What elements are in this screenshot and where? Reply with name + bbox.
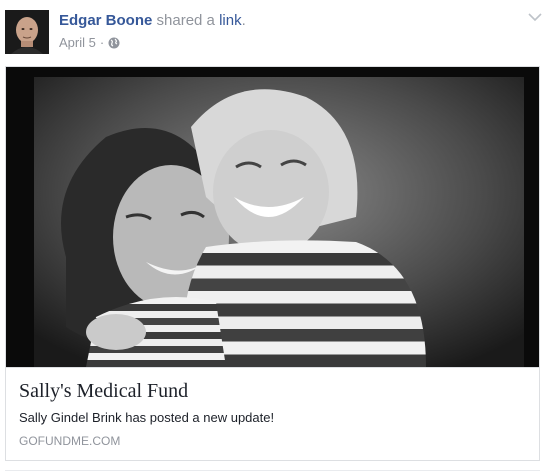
author-name[interactable]: Edgar Boone xyxy=(59,12,152,29)
link-description: Sally Gindel Brink has posted a new upda… xyxy=(19,410,275,425)
shared-link-word[interactable]: link xyxy=(219,12,242,29)
post-date[interactable]: April 5 xyxy=(59,35,96,50)
meta-separator: · xyxy=(99,35,105,50)
chevron-down-icon[interactable] xyxy=(527,10,543,22)
link-title[interactable]: Sally's Medical Fund xyxy=(19,380,188,403)
action-text: shared a xyxy=(156,12,215,29)
link-preview-body[interactable]: Sally's Medical Fund Sally Gindel Brink … xyxy=(6,367,539,460)
link-preview-card[interactable]: Sally's Medical Fund Sally Gindel Brink … xyxy=(5,66,540,461)
post-meta: April 5 · xyxy=(59,35,120,50)
action-suffix: . xyxy=(241,12,246,29)
post-divider xyxy=(5,470,540,471)
link-domain: GOFUNDME.COM xyxy=(19,434,121,448)
feed-post: Edgar Boone shared a link. April 5 · Sal… xyxy=(0,0,553,473)
link-preview-image[interactable] xyxy=(6,67,539,367)
globe-icon[interactable] xyxy=(108,37,120,49)
author-avatar[interactable] xyxy=(5,10,49,54)
post-header: Edgar Boone shared a link. xyxy=(59,12,246,29)
